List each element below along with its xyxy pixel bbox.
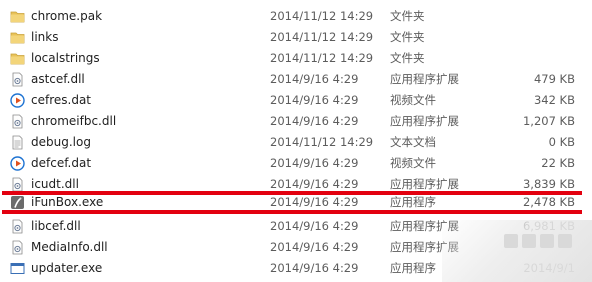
file-date: 2014/9/16 4:29: [270, 219, 359, 233]
file-date: 2014/9/16 4:29: [270, 240, 359, 254]
file-date: 2014/9/16 4:29: [270, 156, 359, 170]
file-size: [480, 6, 575, 27]
file-size: 2014/9/1: [523, 261, 575, 275]
file-name: localstrings: [31, 51, 100, 65]
file-row-defcef-dat[interactable]: defcef.dat 2014/9/16 4:29 视频文件 22 KB: [0, 153, 592, 174]
file-date: 2014/11/12 14:29: [270, 9, 374, 23]
file-row-astcef-dll[interactable]: astcef.dll 2014/9/16 4:29 应用程序扩展 479 KB: [0, 69, 592, 90]
file-size: 3,839 KB: [522, 177, 575, 191]
file-size: 22 KB: [541, 156, 575, 170]
ifunbox-app-icon: [10, 195, 25, 216]
file-name: defcef.dat: [31, 156, 92, 170]
file-name: links: [31, 30, 59, 44]
file-date: 2014/9/16 4:29: [270, 93, 359, 107]
file-row-chrome-pak[interactable]: chrome.pak 2014/11/12 14:29 文件夹: [0, 6, 592, 27]
file-name: debug.log: [31, 135, 91, 149]
file-size: [480, 27, 575, 48]
file-size: 1,207 KB: [522, 114, 575, 128]
file-name: chrome.pak: [31, 9, 103, 23]
file-row-ifunbox-exe[interactable]: iFunBox.exe 2014/9/16 4:29 应用程序 2,478 KB: [0, 195, 592, 210]
file-row-debug-log[interactable]: debug.log 2014/11/12 14:29 文本文档 0 KB: [0, 132, 592, 153]
file-name: icudt.dll: [31, 177, 79, 191]
file-row-cefres-dat[interactable]: cefres.dat 2014/9/16 4:29 视频文件 342 KB: [0, 90, 592, 111]
file-name: cefres.dat: [31, 93, 91, 107]
file-name: iFunBox.exe: [31, 195, 104, 209]
file-date: 2014/9/16 4:29: [270, 177, 359, 191]
file-date: 2014/11/12 14:29: [270, 30, 374, 44]
file-row-localstrings[interactable]: localstrings 2014/11/12 14:29 文件夹: [0, 48, 592, 69]
file-date: 2014/9/16 4:29: [270, 195, 359, 209]
file-row-updater-exe[interactable]: updater.exe 2014/9/16 4:29 应用程序 2014/9/1: [0, 258, 592, 279]
file-size: 342 KB: [533, 93, 575, 107]
file-size: [480, 48, 575, 69]
file-name: updater.exe: [31, 261, 103, 275]
file-row-mediainfo-dll[interactable]: MediaInfo.dll 2014/9/16 4:29 应用程序扩展: [0, 237, 592, 258]
file-date: 2014/9/16 4:29: [270, 72, 359, 86]
file-name: chromeifbc.dll: [31, 114, 117, 128]
file-size: 0 KB: [548, 135, 575, 149]
file-size: [480, 237, 575, 258]
file-date: 2014/9/16 4:29: [270, 261, 359, 275]
file-size: 6,981 KB: [522, 219, 575, 233]
exe-window-icon: [10, 261, 25, 282]
file-name: libcef.dll: [31, 219, 81, 233]
file-row-links[interactable]: links 2014/11/12 14:29 文件夹: [0, 27, 592, 48]
file-date: 2014/11/12 14:29: [270, 51, 374, 65]
file-size: 2,478 KB: [522, 195, 575, 209]
file-date: 2014/11/12 14:29: [270, 135, 374, 149]
file-date: 2014/9/16 4:29: [270, 114, 359, 128]
file-list: chrome.pak 2014/11/12 14:29 文件夹 links 20…: [0, 0, 592, 282]
file-row-libcef-dll[interactable]: libcef.dll 2014/9/16 4:29 应用程序扩展 6,981 K…: [0, 216, 592, 237]
file-name: astcef.dll: [31, 72, 85, 86]
file-size: 479 KB: [533, 72, 575, 86]
file-name: MediaInfo.dll: [31, 240, 108, 254]
file-row-chromeifbc-dll[interactable]: chromeifbc.dll 2014/9/16 4:29 应用程序扩展 1,2…: [0, 111, 592, 132]
file-row-icudt-dll[interactable]: icudt.dll 2014/9/16 4:29 应用程序扩展 3,839 KB: [0, 174, 592, 195]
